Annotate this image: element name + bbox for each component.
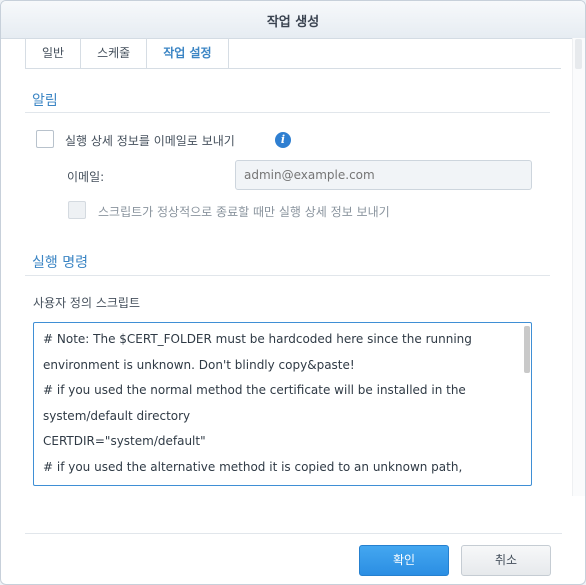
script-label: 사용자 정의 스크립트 [33, 296, 140, 310]
script-line: # Note: The $CERT_FOLDER must be hardcod… [43, 332, 472, 346]
run-command-section-title: 실행 명령 [32, 255, 88, 271]
tab-general[interactable]: 일반 [25, 38, 82, 68]
only-abnormal-checkbox[interactable] [68, 201, 86, 219]
cancel-button[interactable]: 취소 [461, 545, 551, 576]
email-field[interactable] [235, 160, 532, 190]
script-line: environment is unknown. Don't blindly co… [43, 358, 355, 372]
tab-bar-divider [25, 68, 561, 69]
script-line: CERTDIR="system/default" [43, 434, 206, 448]
ok-button[interactable]: 확인 [359, 545, 449, 576]
send-details-label: 실행 상세 정보를 이메일로 보내기 [65, 134, 235, 148]
footer-divider [25, 533, 562, 534]
script-line: system/default directory [43, 409, 191, 423]
dialog-title: 작업 생성 [266, 15, 320, 30]
send-details-checkbox[interactable] [36, 130, 54, 148]
info-icon[interactable]: i [275, 132, 291, 148]
dialog-scrollbar-thumb[interactable] [575, 39, 582, 69]
script-scrollbar-thumb[interactable] [524, 326, 530, 373]
script-line: # if you used the alternative method it … [43, 460, 463, 474]
notification-section-divider [25, 112, 550, 113]
tab-task-settings[interactable]: 작업 설정 [147, 38, 229, 68]
script-line: # if you used the normal method the cert… [43, 383, 466, 397]
email-label: 이메일: [67, 170, 105, 184]
tab-bar: 일반 스케줄 작업 설정 [25, 38, 229, 68]
tab-schedule[interactable]: 스케줄 [81, 38, 148, 68]
dialog-scrollbar[interactable] [572, 38, 585, 496]
only-abnormal-label: 스크립트가 정상적으로 종료할 때만 실행 상세 정보 보내기 [98, 205, 390, 219]
notification-section-title: 알림 [32, 93, 58, 109]
script-textarea[interactable]: # Note: The $CERT_FOLDER must be hardcod… [33, 322, 532, 486]
create-task-dialog: 작업 생성 일반 스케줄 작업 설정 알림 실행 상세 정보를 이메일로 보내기… [0, 0, 586, 585]
run-command-section-divider [25, 275, 550, 276]
dialog-titlebar[interactable]: 작업 생성 [1, 1, 585, 39]
